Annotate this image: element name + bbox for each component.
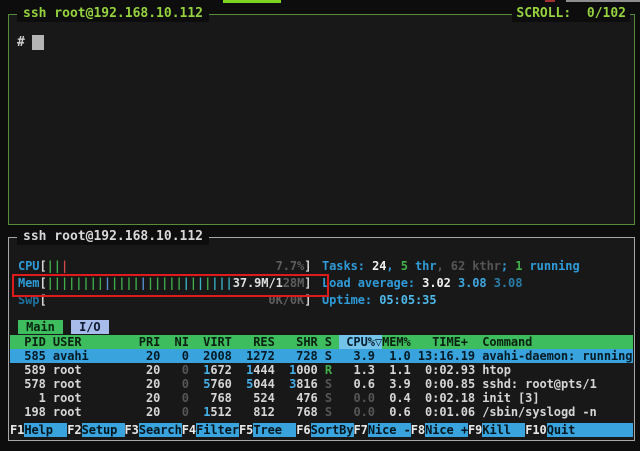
fkey-action-f7: Nice - <box>368 423 411 437</box>
process-row-selected[interactable]: 585 avahi 20 0 2008 1272 728 S 3.9 1.0 1… <box>10 349 633 363</box>
fkey-f9[interactable]: F9Kill <box>468 423 525 437</box>
system-stats: Tasks: 24, 5 thr, 62 kthr; 1 runningLoad… <box>322 259 580 310</box>
annotation-highlight-mem <box>12 274 329 297</box>
fkey-action-f2: Setup <box>82 423 125 437</box>
pane-bottom-htop[interactable]: ssh root@192.168.10.112 CPU[||| 7.7%]Mem… <box>8 237 635 441</box>
shell-prompt: # <box>17 35 25 50</box>
fkey-label-f3: F3 <box>125 423 139 437</box>
fkey-f5[interactable]: F5Tree <box>239 423 296 437</box>
fkey-f1[interactable]: F1Help <box>10 423 67 437</box>
process-row[interactable]: 578 root 20 0 5760 5044 3816 S 0.6 3.9 0… <box>10 377 633 391</box>
stat-line-0: Tasks: 24, 5 thr, 62 kthr; 1 running <box>322 259 580 276</box>
tab-i-o[interactable]: I/O <box>71 320 109 334</box>
terminal-cursor <box>32 35 44 50</box>
tab-main[interactable]: Main <box>18 320 63 334</box>
fkey-f7[interactable]: F7Nice - <box>354 423 411 437</box>
fkey-label-f10: F10 <box>525 423 546 437</box>
fkey-f6[interactable]: F6SortBy <box>296 423 353 437</box>
fkey-label-f6: F6 <box>296 423 310 437</box>
fkey-action-f8: Nice + <box>425 423 468 437</box>
fkey-label-f8: F8 <box>411 423 425 437</box>
process-table: 585 avahi 20 0 2008 1272 728 S 3.9 1.0 1… <box>10 349 633 419</box>
fkey-label-f7: F7 <box>354 423 368 437</box>
video-artifact-green-bar <box>223 0 281 3</box>
video-artifact-red-mark <box>545 0 555 2</box>
fkey-label-f1: F1 <box>10 423 24 437</box>
fkey-f8[interactable]: F8Nice + <box>411 423 468 437</box>
fkey-action-f6: SortBy <box>311 423 354 437</box>
scroll-indicator: SCROLL: 0/102 <box>512 6 630 22</box>
htop-tabs: Main I/O <box>18 320 117 335</box>
fkey-f2[interactable]: F2Setup <box>67 423 124 437</box>
fkey-label-f5: F5 <box>239 423 253 437</box>
fkey-label-f9: F9 <box>468 423 482 437</box>
fkey-label-f4: F4 <box>182 423 196 437</box>
fkey-action-f1: Help <box>24 423 67 437</box>
fkey-f3[interactable]: F3Search <box>125 423 182 437</box>
fkey-action-f10: Quit <box>547 423 633 437</box>
shell-prompt-line: # <box>17 34 44 51</box>
fkey-action-f5: Tree <box>253 423 296 437</box>
function-key-bar: F1Help F2Setup F3SearchF4FilterF5Tree F6… <box>10 423 633 437</box>
stat-line-1: Load average: 3.02 3.08 3.08 <box>322 276 580 293</box>
fkey-label-f2: F2 <box>67 423 81 437</box>
process-row[interactable]: 589 root 20 0 1672 1444 1000 R 1.3 1.1 0… <box>10 363 633 377</box>
pane-top-title: ssh root@192.168.10.112 <box>17 6 209 22</box>
fkey-f10[interactable]: F10Quit <box>525 423 633 437</box>
process-row[interactable]: 1 root 20 0 768 524 476 S 0.0 0.4 0:02.1… <box>10 391 633 405</box>
htop-screen: CPU[||| 7.7%]Mem[|||||||||||||||||||||||… <box>9 238 634 440</box>
stat-line-2: Uptime: 05:05:35 <box>322 293 580 310</box>
fkey-f4[interactable]: F4Filter <box>182 423 239 437</box>
fkey-action-f9: Kill <box>482 423 525 437</box>
process-table-header[interactable]: PID USER PRI NI VIRT RES SHR S CPU%▽MEM%… <box>10 335 633 349</box>
fkey-action-f4: Filter <box>196 423 239 437</box>
pane-top-shell[interactable]: ssh root@192.168.10.112 SCROLL: 0/102 # <box>8 14 635 225</box>
process-row[interactable]: 198 root 20 0 1512 812 768 S 0.0 0.6 0:0… <box>10 405 633 419</box>
video-artifact-gray-bar <box>566 0 640 2</box>
fkey-action-f3: Search <box>139 423 182 437</box>
